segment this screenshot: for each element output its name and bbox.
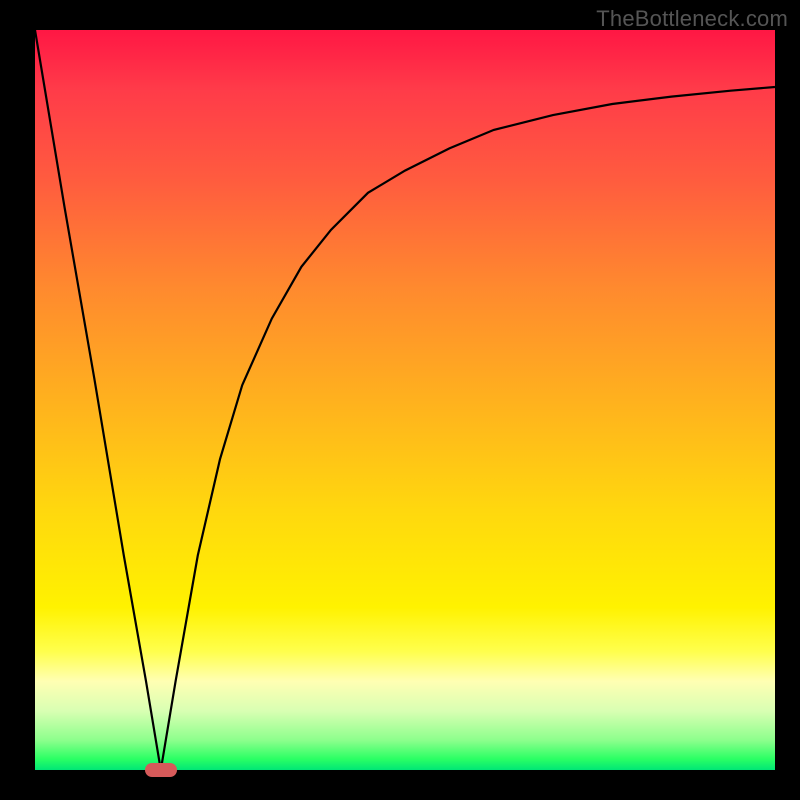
minimum-marker — [145, 763, 177, 777]
plot-area — [35, 30, 775, 770]
bottleneck-curve — [35, 30, 775, 770]
chart-frame: TheBottleneck.com — [0, 0, 800, 800]
watermark-text: TheBottleneck.com — [596, 6, 788, 32]
